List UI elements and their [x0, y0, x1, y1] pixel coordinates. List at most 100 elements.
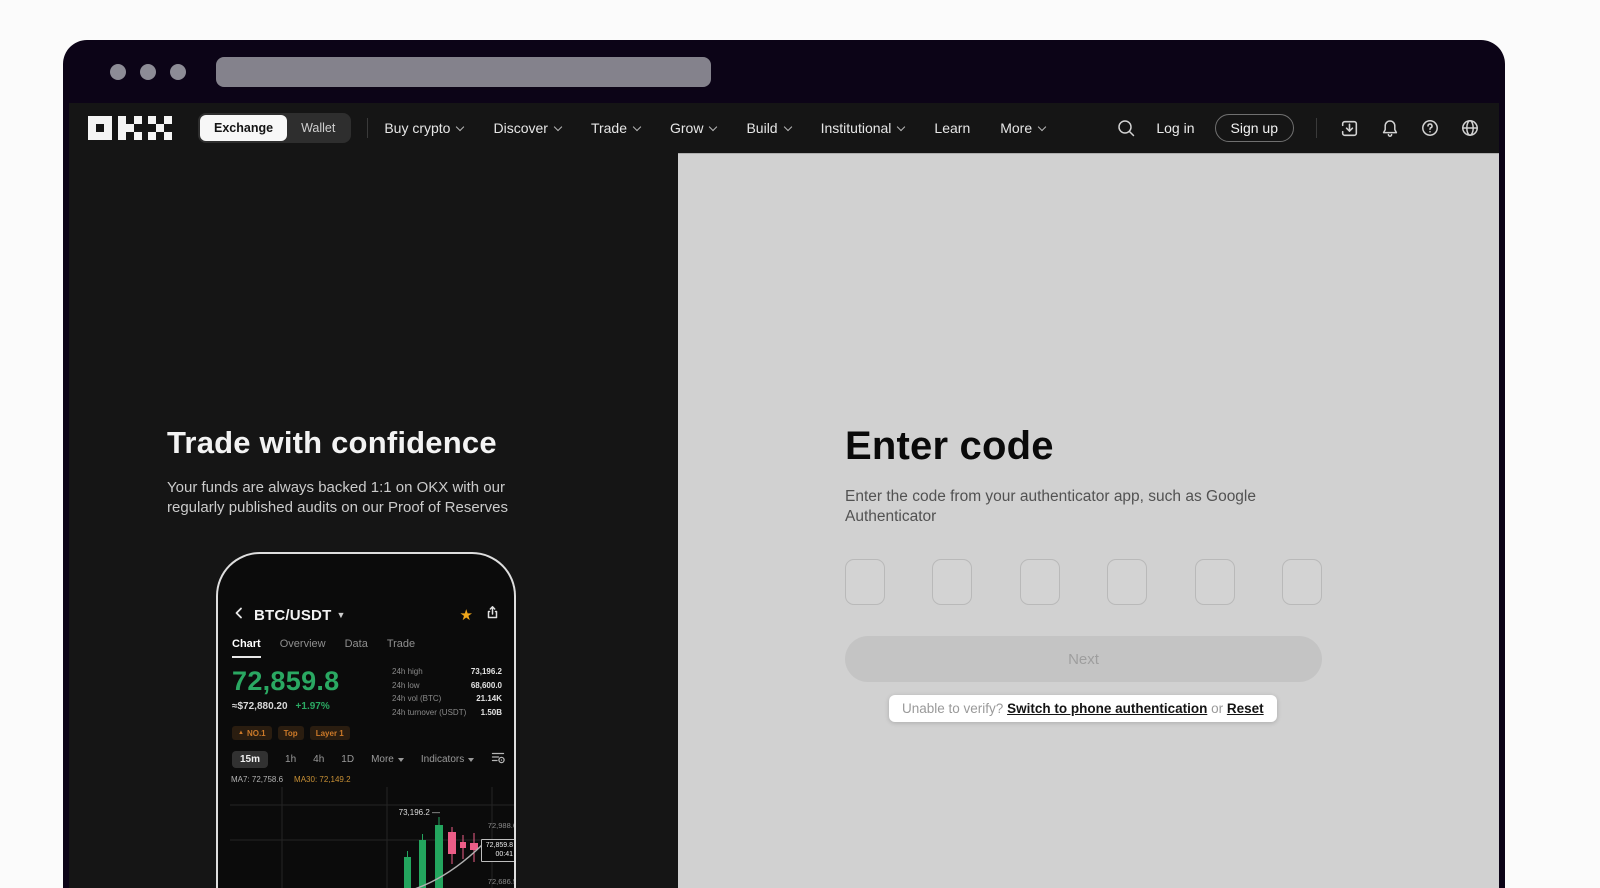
- page-content: Exchange Wallet Buy crypto Discover Trade G…: [69, 103, 1499, 888]
- ma30-label: MA30: 72,149.2: [294, 775, 351, 784]
- okx-logo-glyph: [148, 116, 172, 140]
- hero-subtext: Your funds are always backed 1:1 on OKX …: [167, 479, 509, 516]
- pair-dropdown-icon: ▼: [336, 610, 346, 620]
- nav-divider: [367, 118, 369, 138]
- okx-logo[interactable]: [88, 116, 172, 140]
- flame-icon: ▲: [238, 730, 244, 736]
- fiat-price: ≈$72,880.20: [232, 701, 288, 712]
- phone-tabs: Chart Overview Data Trade: [232, 638, 500, 658]
- window-minimize-button[interactable]: [140, 64, 156, 80]
- nav-item-more[interactable]: More: [1000, 120, 1047, 136]
- browser-titlebar: [63, 40, 1505, 103]
- nav-item-institutional[interactable]: Institutional: [821, 120, 906, 136]
- phone-mockup: BTC/USDT ▼ ★ Chart Overview Data Trade 72,8…: [216, 552, 516, 888]
- nav-item-buy-crypto[interactable]: Buy crypto: [384, 120, 465, 136]
- nav-item-build[interactable]: Build: [746, 120, 792, 136]
- exchange-wallet-toggle: Exchange Wallet: [198, 113, 352, 143]
- chevron-down-icon: [709, 122, 718, 131]
- nav-right: Log in Sign up: [1116, 114, 1480, 142]
- signup-button[interactable]: Sign up: [1214, 114, 1294, 142]
- phone-tab-trade: Trade: [386, 638, 416, 650]
- window-maximize-button[interactable]: [170, 64, 186, 80]
- window-close-button[interactable]: [110, 64, 126, 80]
- code-digit-input-3[interactable]: [1019, 559, 1060, 605]
- address-bar[interactable]: [216, 57, 711, 87]
- nav-item-grow[interactable]: Grow: [670, 120, 718, 136]
- window-controls[interactable]: [110, 64, 186, 80]
- login-button[interactable]: Log in: [1156, 120, 1194, 136]
- back-chevron-icon: [232, 606, 246, 625]
- search-icon[interactable]: [1116, 118, 1136, 138]
- toggle-wallet[interactable]: Wallet: [287, 115, 349, 141]
- code-digit-input-4[interactable]: [1107, 559, 1148, 605]
- toggle-exchange[interactable]: Exchange: [200, 115, 288, 141]
- auth-subtitle: Enter the code from your authenticator a…: [845, 488, 1256, 525]
- badge-layer-1: Layer 1: [309, 726, 350, 740]
- phone-tab-chart: Chart: [232, 638, 261, 658]
- triangle-down-icon: [468, 757, 475, 762]
- code-digit-input-5[interactable]: [1194, 559, 1235, 605]
- bell-icon[interactable]: [1380, 118, 1400, 138]
- more-dropdown: More: [371, 754, 404, 765]
- reset-link[interactable]: Reset: [1227, 701, 1264, 716]
- timeframe-1d: 1D: [341, 754, 355, 765]
- phone-tab-overview: Overview: [279, 638, 326, 650]
- chart-settings-icon: [491, 750, 505, 769]
- nav-item-learn[interactable]: Learn: [934, 120, 970, 136]
- globe-icon[interactable]: [1460, 118, 1480, 138]
- timeframe-4h: 4h: [313, 754, 325, 765]
- code-input-row: [845, 559, 1322, 605]
- switch-phone-auth-link[interactable]: Switch to phone authentication: [1007, 701, 1207, 716]
- candlestick-chart: 73,196.2 — 72,988.6 72,686.5 72,859.8 00…: [230, 787, 516, 888]
- tooltip-prefix: Unable to verify?: [902, 701, 1004, 716]
- chevron-down-icon: [1037, 122, 1047, 131]
- chart-axis-lower-label: 72,686.5: [487, 877, 516, 886]
- stat-24h-turnover-usdt: 24h turnover (USDT) 1.50B: [392, 707, 502, 717]
- code-digit-input-1[interactable]: [845, 559, 885, 605]
- okx-logo-glyph: [118, 116, 142, 140]
- code-digit-input-2[interactable]: [932, 559, 973, 605]
- nav-item-discover[interactable]: Discover: [493, 120, 563, 136]
- code-digit-input-6[interactable]: [1281, 559, 1322, 605]
- price-change: +1.97%: [295, 701, 330, 712]
- timeframe-1h: 1h: [285, 754, 297, 765]
- nav-divider-2: [1316, 118, 1317, 138]
- next-button[interactable]: Next: [845, 636, 1322, 682]
- nav-menu: Buy crypto Discover Trade Grow Build Institut…: [384, 120, 1047, 136]
- chevron-down-icon: [632, 122, 642, 131]
- stat-24h-low: 24h low 68,600.0: [392, 680, 502, 690]
- timeframe-15m: 15m: [232, 751, 269, 768]
- chart-axis-upper-label: 72,988.6: [487, 821, 516, 830]
- marketing-panel: Trade with confidence Your funds are alw…: [69, 153, 678, 888]
- triangle-down-icon: [397, 757, 404, 762]
- help-icon[interactable]: [1420, 118, 1440, 138]
- hero-heading: Trade with confidence: [167, 425, 497, 460]
- stat-24h-high: 24h high 73,196.2: [392, 667, 502, 676]
- verify-help-tooltip: Unable to verify? Switch to phone authen…: [889, 695, 1277, 722]
- nav-item-trade[interactable]: Trade: [591, 120, 642, 136]
- chevron-down-icon: [783, 122, 792, 131]
- browser-window: Exchange Wallet Buy crypto Discover Trade G…: [63, 40, 1505, 888]
- tooltip-or: or: [1211, 701, 1224, 716]
- auth-panel: Enter code Enter the code from your auth…: [678, 153, 1499, 888]
- chart-price-tag: 72,859.8 00:41: [480, 839, 514, 862]
- chevron-down-icon: [897, 122, 906, 131]
- chevron-down-icon: [456, 122, 465, 131]
- market-stats: 24h high 73,196.2 24h low 68,600.0 24h vol (…: [392, 667, 502, 721]
- badge-no-1: ▲ NO.1: [232, 726, 272, 740]
- okx-logo-glyph: [88, 116, 112, 140]
- indicators-dropdown: Indicators: [421, 754, 475, 765]
- token-badges: ▲ NO.1 Top Layer 1: [232, 726, 350, 740]
- top-navbar: Exchange Wallet Buy crypto Discover Trade G…: [69, 103, 1499, 153]
- share-icon: [485, 605, 500, 625]
- favorite-star-icon: ★: [459, 607, 473, 624]
- last-price: 72,859.8: [232, 666, 340, 696]
- trading-pair-label: BTC/USDT: [254, 606, 332, 624]
- ma7-label: MA7: 72,758.6: [231, 775, 284, 784]
- phone-tab-data: Data: [344, 638, 368, 650]
- chart-high-label: 73,196.2 —: [398, 808, 440, 817]
- stat-24h-vol-btc: 24h vol (BTC) 21.14K: [392, 694, 502, 703]
- page-root: Exchange Wallet Buy crypto Discover Trade G…: [0, 0, 1600, 888]
- download-icon[interactable]: [1339, 118, 1360, 139]
- timeframe-row: 15m 1h 4h 1D More Indicators: [232, 750, 505, 769]
